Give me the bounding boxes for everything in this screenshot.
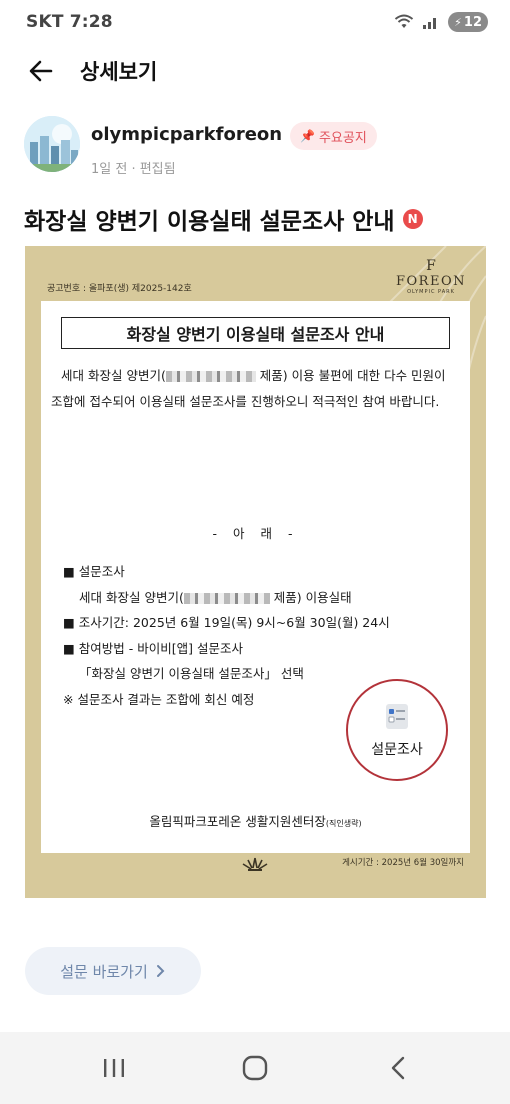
notice-badge-label: 주요공지 (318, 130, 367, 146)
survey-link-label: 설문 바로가기 (60, 962, 148, 981)
sheet-intro: 세대 화장실 양변기( 제품) 이용 불편에 대한 다수 민원이 조합에 접수되… (51, 363, 456, 415)
battery-icon: ⚡ 12 (448, 12, 488, 32)
status-bar: SKT 7:28 ⚡ 12 (0, 0, 510, 46)
battery-level: 12 (463, 14, 482, 30)
foreon-logo-mark: F (426, 258, 436, 274)
foreon-logo: F FOREON OLYMPIC PARK (396, 258, 466, 295)
page-title: 상세보기 (80, 60, 158, 84)
poster-period: 게시기간 : 2025년 6월 30일까지 (342, 858, 464, 868)
back-button[interactable] (26, 56, 56, 86)
signal-icon (423, 18, 437, 29)
redacted-product-2 (183, 592, 270, 604)
foreon-logo-sub: OLYMPIC PARK (407, 289, 455, 295)
post-title-text: 화장실 양변기 이용실태 설문조사 안내 (24, 209, 395, 235)
poster-ref-number: 공고번호 : 올파포(생) 제2025-142호 (47, 284, 192, 294)
avatar-image (24, 116, 80, 172)
item-survey: ■ 설문조사 (63, 564, 125, 579)
charging-icon: ⚡ (454, 15, 462, 29)
new-badge: N (402, 209, 423, 229)
arrow-left-icon (29, 60, 53, 82)
screen: SKT 7:28 ⚡ 12 상세보기 olympicparkforeon 📌 주… (0, 0, 510, 1104)
pin-icon: 📌 (300, 129, 315, 143)
survey-circle: 설문조사 (346, 679, 448, 781)
wifi-icon (395, 14, 414, 28)
carrier-time: SKT 7:28 (26, 12, 113, 32)
poster-image[interactable]: 공고번호 : 올파포(생) 제2025-142호 F FOREON OLYMPI… (25, 246, 486, 898)
sheet-footer: 올림픽파크포레온 생활지원센터장(직인생략) (41, 811, 470, 830)
item-survey-detail: 세대 화장실 양변기( 제품) 이용실태 (63, 585, 458, 611)
intro-text-a: 세대 화장실 양변기( (61, 368, 166, 383)
avatar[interactable] (24, 116, 80, 172)
post-author: olympicparkforeon 📌 주요공지 1일 전 · 편집됨 (24, 116, 494, 180)
sheet-title: 화장실 양변기 이용실태 설문조사 안내 (61, 317, 450, 349)
redacted-product (165, 371, 256, 382)
sheet-footer-text: 올림픽파크포레온 생활지원센터장 (149, 814, 326, 829)
survey-link-button[interactable]: 설문 바로가기 (25, 947, 201, 995)
survey-document-icon (386, 704, 408, 729)
system-back-button[interactable] (378, 1052, 418, 1084)
post-title: 화장실 양변기 이용실태 설문조사 안내 N (24, 202, 423, 236)
survey-circle-label: 설문조사 (371, 742, 423, 758)
item-method: ■ 참여방법 - 바이비[앱] 설문조사 (63, 640, 243, 656)
foreon-logo-text: FOREON (396, 274, 466, 289)
emblem-mark (242, 857, 268, 871)
item-survey-detail-a: 세대 화장실 양변기( (79, 589, 184, 605)
recent-apps-button[interactable] (94, 1052, 134, 1084)
recent-apps-icon (104, 1059, 124, 1077)
notice-sheet: 화장실 양변기 이용실태 설문조사 안내 세대 화장실 양변기( 제품) 이용 … (41, 301, 470, 853)
home-button[interactable] (235, 1052, 275, 1084)
item-period: ■ 조사기간: 2025년 6월 19일(목) 9시~6월 30일(월) 24시 (63, 615, 390, 630)
item-survey-detail-b: 제품) 이용실태 (269, 589, 352, 605)
emblem-icon (235, 856, 275, 880)
sheet-footer-small: (직인생략) (325, 819, 362, 828)
notice-badge: 📌 주요공지 (290, 122, 377, 150)
back-icon (391, 1056, 405, 1080)
status-icons: ⚡ 12 (394, 12, 488, 32)
system-nav-bar (0, 1032, 510, 1104)
home-icon (242, 1055, 268, 1081)
chevron-right-icon (156, 965, 165, 977)
author-name[interactable]: olympicparkforeon (91, 124, 282, 145)
sheet-arae: - 아 래 - (212, 526, 299, 541)
app-header: 상세보기 (0, 48, 510, 94)
post-meta: 1일 전 · 편집됨 (91, 162, 176, 177)
